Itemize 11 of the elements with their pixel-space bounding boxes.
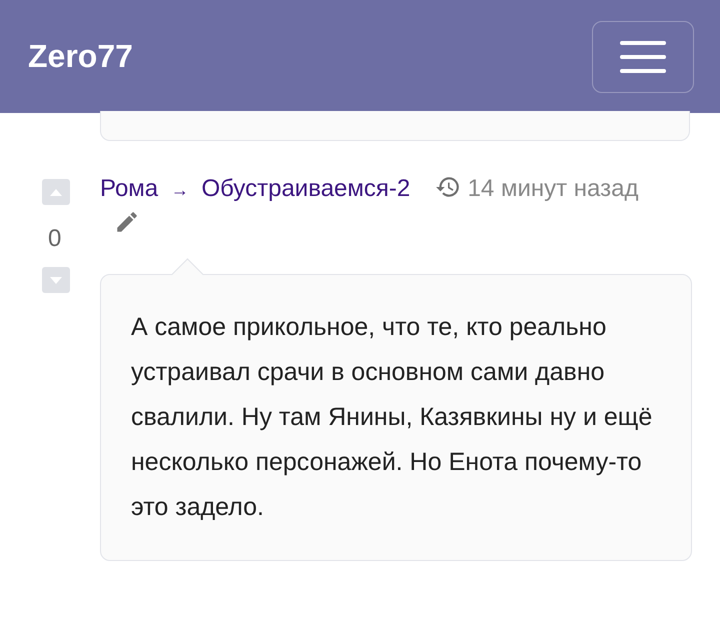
up-triangle-icon [50,188,62,196]
site-brand[interactable]: Zero77 [28,38,133,75]
menu-button[interactable] [592,20,694,92]
topic-link[interactable]: Обустраиваемся-2 [202,175,410,202]
vote-score: 0 [48,225,62,253]
down-triangle-icon [50,276,62,284]
author-link[interactable]: Рома [100,175,158,202]
comment-text: А самое прикольное, что те, кто реально устраивал срачи в основном сами давно свалили. Ну там Янины, Казявкины ну и ещё несколько персонажей. Но Енота почему-то это задело. [131,312,654,523]
reply-arrow: → [170,180,189,200]
comment-time: 14 минут назад [468,175,638,202]
menu-icon [620,40,666,74]
